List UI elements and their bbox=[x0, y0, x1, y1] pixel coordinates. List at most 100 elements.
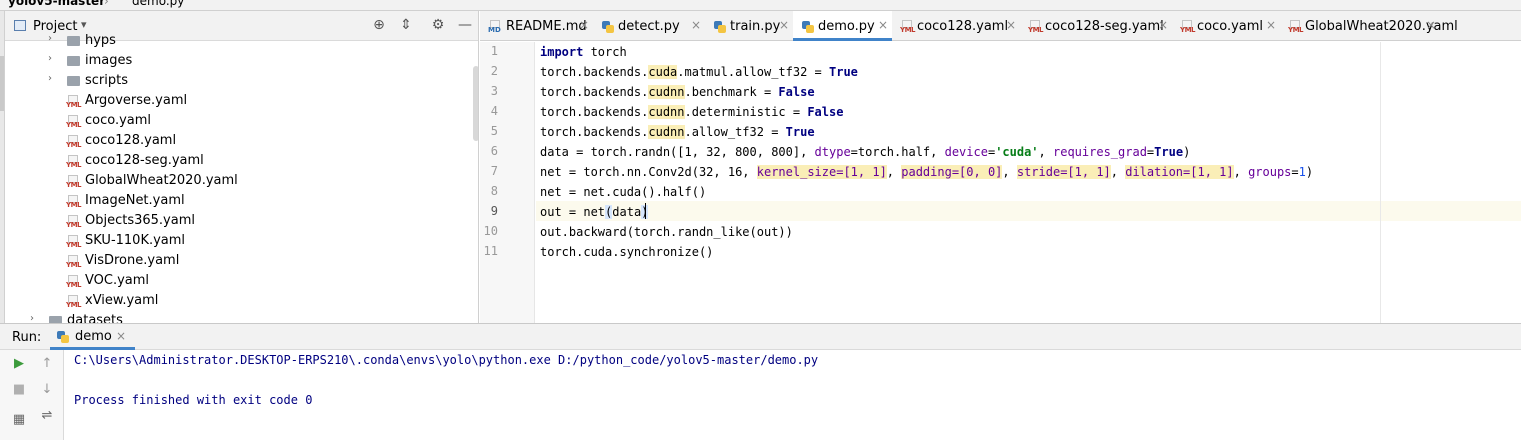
tab-coco128-yaml[interactable]: YML coco128.yaml × bbox=[892, 11, 1020, 41]
tree-file-item[interactable]: YML SKU-110K.yaml bbox=[5, 231, 478, 251]
tree-file-item[interactable]: YML ImageNet.yaml bbox=[5, 191, 478, 211]
python-file-icon bbox=[601, 20, 615, 34]
code-token: False bbox=[778, 85, 815, 99]
tab-train-py[interactable]: train.py × bbox=[705, 11, 793, 41]
tree-item-label: VOC.yaml bbox=[85, 273, 150, 288]
console-line: C:\Users\Administrator.DESKTOP-ERPS210\.… bbox=[74, 353, 819, 367]
tab-globalwheat2020-yaml[interactable]: YML GlobalWheat2020.yaml × bbox=[1280, 11, 1458, 41]
code-line[interactable]: out = net(data) bbox=[540, 202, 649, 222]
code-token: data = torch.randn([1, 32, 800, 800], bbox=[540, 145, 815, 159]
close-icon[interactable]: × bbox=[1266, 18, 1276, 32]
code-editor[interactable]: 1 2 3 4 5 6 7 8 9 10 11 import torch torch.backends… bbox=[480, 42, 1521, 323]
tab-detect-py[interactable]: detect.py × bbox=[593, 11, 705, 41]
tree-file-item[interactable]: YML xView.yaml bbox=[5, 291, 478, 311]
rerun-icon[interactable]: ▶ bbox=[11, 356, 27, 371]
code-token: , bbox=[1110, 165, 1126, 179]
yaml-file-icon: YML bbox=[1288, 20, 1304, 34]
tree-item-label: coco128.yaml bbox=[85, 133, 177, 148]
line-number: 9 bbox=[490, 204, 498, 218]
line-number: 11 bbox=[483, 244, 498, 258]
close-icon[interactable]: × bbox=[1158, 18, 1168, 32]
navigation-bar: yolov5-master › demo.py bbox=[0, 0, 1521, 11]
code-line[interactable]: out.backward(torch.randn_like(out)) bbox=[540, 222, 793, 242]
tree-folder-item[interactable]: › images bbox=[5, 51, 478, 71]
run-console[interactable]: C:\Users\Administrator.DESKTOP-ERPS210\.… bbox=[65, 350, 1521, 440]
code-line[interactable]: data = torch.randn([1, 32, 800, 800], dt… bbox=[540, 142, 1190, 162]
up-arrow-icon[interactable]: ↑ bbox=[39, 356, 55, 371]
line-number-gutter[interactable]: 1 2 3 4 5 6 7 8 9 10 11 bbox=[480, 42, 535, 323]
tree-folder-item[interactable]: › hyps bbox=[5, 31, 478, 51]
breadcrumb-project[interactable]: yolov5-master bbox=[8, 0, 105, 8]
close-icon[interactable]: × bbox=[1006, 18, 1016, 32]
project-stripe-button[interactable] bbox=[0, 56, 4, 111]
tab-coco128-seg-yaml[interactable]: YML coco128-seg.yaml × bbox=[1020, 11, 1172, 41]
code-line[interactable]: torch.cuda.synchronize() bbox=[540, 242, 713, 262]
yaml-file-icon: YML bbox=[66, 95, 82, 109]
code-line[interactable]: torch.backends.cudnn.benchmark = False bbox=[540, 82, 815, 102]
tree-file-item[interactable]: YML Objects365.yaml bbox=[5, 211, 478, 231]
tree-item-label: coco.yaml bbox=[85, 113, 152, 128]
code-line[interactable]: torch.backends.cudnn.deterministic = Fal… bbox=[540, 102, 843, 122]
layout-icon[interactable]: ▦ bbox=[11, 412, 27, 427]
close-icon[interactable]: × bbox=[878, 18, 888, 32]
code-token: groups bbox=[1248, 165, 1292, 179]
close-icon[interactable]: × bbox=[691, 18, 701, 32]
chevron-right-icon[interactable]: › bbox=[48, 33, 52, 44]
tree-item-label: images bbox=[85, 53, 133, 68]
tree-file-item[interactable]: YML VOC.yaml bbox=[5, 271, 478, 291]
code-token: device bbox=[944, 145, 988, 159]
code-line[interactable]: torch.backends.cuda.matmul.allow_tf32 = … bbox=[540, 62, 858, 82]
line-number: 7 bbox=[490, 164, 498, 178]
code-token: cudnn bbox=[648, 105, 685, 119]
code-token: False bbox=[807, 105, 844, 119]
code-token: import bbox=[540, 45, 584, 59]
code-token: torch.backends. bbox=[540, 85, 649, 99]
close-icon[interactable]: × bbox=[579, 18, 589, 32]
code-line[interactable]: torch.backends.cudnn.allow_tf32 = True bbox=[540, 122, 815, 142]
tree-folder-item[interactable]: › scripts bbox=[5, 71, 478, 91]
tab-coco-yaml[interactable]: YML coco.yaml × bbox=[1172, 11, 1280, 41]
chevron-right-icon[interactable]: › bbox=[30, 313, 34, 323]
tab-readme-md[interactable]: MD README.md × bbox=[480, 11, 593, 41]
chevron-down-icon[interactable]: ▾ bbox=[81, 18, 87, 31]
tree-file-item[interactable]: YML coco128.yaml bbox=[5, 131, 478, 151]
tab-label: detect.py bbox=[618, 19, 680, 34]
chevron-right-icon[interactable]: › bbox=[48, 73, 52, 84]
code-token: data bbox=[612, 205, 642, 219]
tree-folder-item[interactable]: › datasets bbox=[5, 311, 478, 323]
tree-file-item[interactable]: YML coco128-seg.yaml bbox=[5, 151, 478, 171]
close-icon[interactable]: × bbox=[116, 329, 126, 343]
code-token: , bbox=[886, 165, 902, 179]
tab-label: coco.yaml bbox=[1197, 19, 1264, 34]
stop-icon[interactable]: ■ bbox=[11, 382, 27, 397]
code-line[interactable]: import torch bbox=[540, 42, 627, 62]
down-arrow-icon[interactable]: ↓ bbox=[39, 382, 55, 397]
code-token: ) bbox=[1183, 145, 1191, 159]
code-token: = bbox=[1291, 165, 1299, 179]
run-tab-label: demo bbox=[75, 329, 112, 344]
soft-wrap-icon[interactable]: ⇌ bbox=[39, 408, 55, 423]
run-tab-demo[interactable]: demo × bbox=[50, 324, 135, 350]
tree-file-item[interactable]: YML Argoverse.yaml bbox=[5, 91, 478, 111]
tab-demo-py[interactable]: demo.py × bbox=[793, 11, 892, 41]
tab-label: demo.py bbox=[818, 19, 875, 34]
code-token: torch.backends. bbox=[540, 65, 649, 79]
tab-label: coco128-seg.yaml bbox=[1045, 19, 1164, 34]
yaml-file-icon: YML bbox=[66, 155, 82, 169]
chevron-right-icon[interactable]: › bbox=[48, 53, 52, 64]
line-number: 8 bbox=[490, 184, 498, 198]
tree-scrollbar[interactable] bbox=[473, 66, 478, 141]
code-token: , bbox=[1233, 165, 1249, 179]
tree-file-item[interactable]: YML GlobalWheat2020.yaml bbox=[5, 171, 478, 191]
tree-item-label: Argoverse.yaml bbox=[85, 93, 188, 108]
code-token: .matmul.allow_tf32 = bbox=[677, 65, 829, 79]
close-icon[interactable]: × bbox=[779, 18, 789, 32]
close-icon[interactable]: × bbox=[1426, 18, 1436, 32]
code-line[interactable]: net = torch.nn.Conv2d(32, 16, kernel_siz… bbox=[540, 162, 1313, 182]
tree-file-item[interactable]: YML coco.yaml bbox=[5, 111, 478, 131]
code-token: cudnn bbox=[648, 85, 685, 99]
breadcrumb-file[interactable]: demo.py bbox=[132, 0, 184, 8]
python-file-icon bbox=[56, 330, 70, 344]
tree-file-item[interactable]: YML VisDrone.yaml bbox=[5, 251, 478, 271]
code-line[interactable]: net = net.cuda().half() bbox=[540, 182, 706, 202]
